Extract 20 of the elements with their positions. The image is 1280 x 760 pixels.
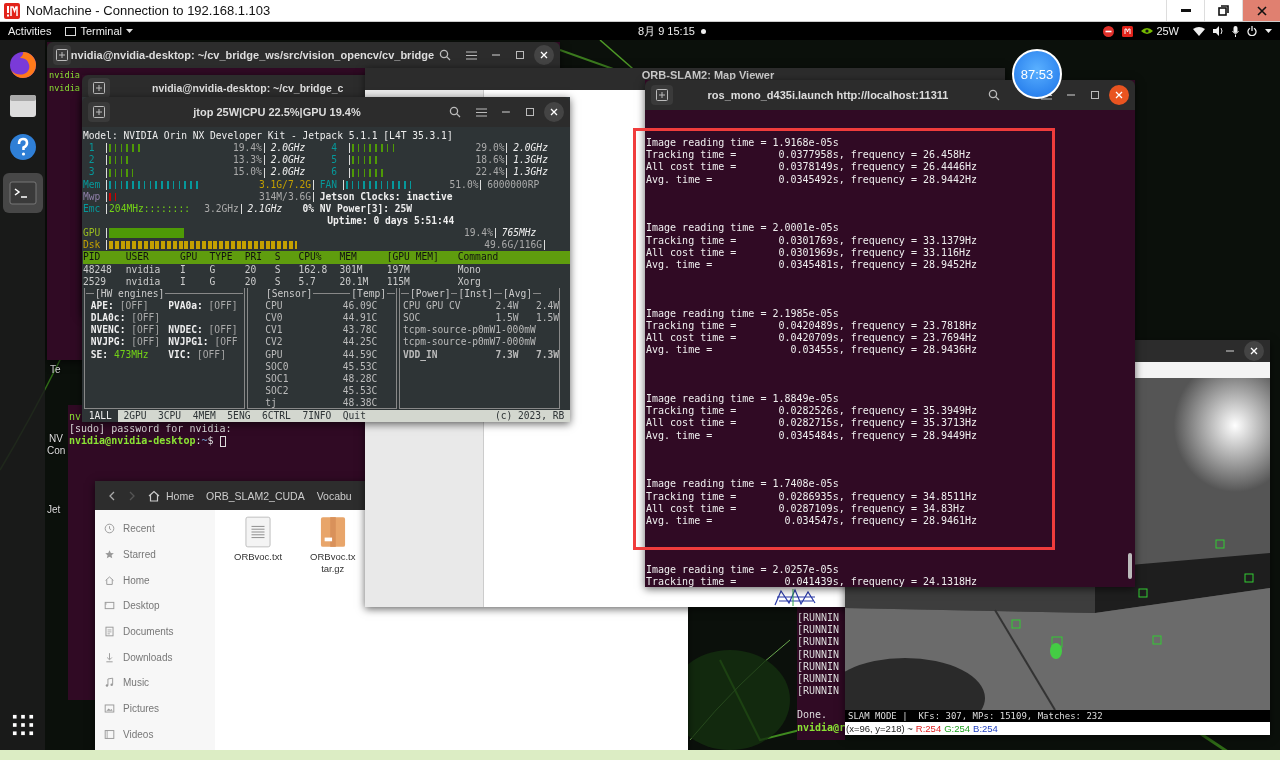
minimize-icon	[1180, 9, 1191, 12]
caret-icon[interactable]	[1265, 29, 1272, 33]
restore-icon	[1218, 5, 1229, 16]
power-icon[interactable]	[1247, 26, 1257, 36]
wifi-icon[interactable]	[1193, 26, 1205, 36]
app-menu-button[interactable]: Terminal	[65, 25, 133, 37]
speaker-icon[interactable]	[1213, 26, 1224, 36]
close-icon	[1256, 5, 1267, 16]
eye-icon	[1141, 27, 1154, 35]
power-mode-button[interactable]: 25W	[1141, 25, 1179, 37]
no-entry-icon[interactable]	[1103, 25, 1115, 37]
window-title: NoMachine - Connection to 192.168.1.103	[26, 3, 272, 18]
microphone-icon[interactable]	[1232, 25, 1239, 37]
notification-dot-icon	[700, 28, 706, 34]
clock-button[interactable]: 8月 9 15:15	[638, 23, 706, 39]
terminal-icon	[65, 26, 77, 36]
caret-icon	[126, 29, 133, 33]
close-button[interactable]	[1242, 0, 1280, 21]
app-indicator-icon[interactable]	[1122, 25, 1134, 37]
activities-button[interactable]: Activities	[8, 25, 52, 37]
